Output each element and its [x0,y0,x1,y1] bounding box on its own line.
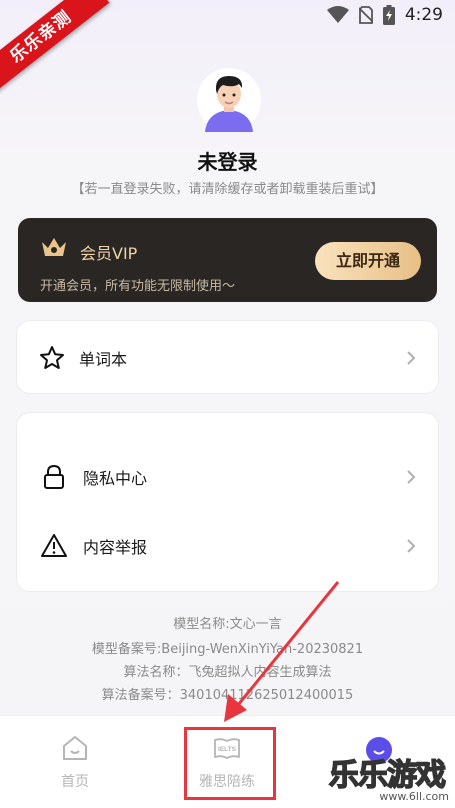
settings-card: 隐私中心 内容举报 [16,412,439,592]
vocab-card: 单词本 [16,320,439,394]
vip-title: 会员VIP [80,244,138,263]
menu-label-privacy: 隐私中心 [83,469,148,488]
avatar[interactable] [197,68,261,132]
model-name: 模型名称:文心一言 [173,617,282,632]
star-icon [40,346,64,369]
wifi-icon [326,6,349,23]
chevron-right-icon [407,539,416,553]
menu-label-vocab: 单词本 [79,350,128,369]
algorithm-name: 算法名称：飞兔超拟人内容生成算法 [123,665,332,680]
menu-item-privacy[interactable]: 隐私中心 [17,447,438,507]
model-record-number: 模型备案号:Beijing-WenXinYiYan-20230821 [91,642,364,657]
menu-label-report: 内容举报 [83,538,148,557]
home-icon [63,736,87,760]
watermark-text: 乐乐游戏 [328,757,447,794]
login-status[interactable]: 未登录 [0,146,455,175]
vip-subtitle: 开通会员，所有功能无限制使用～ [40,279,236,294]
no-sim-icon [358,6,373,24]
crown-icon [42,238,66,256]
algorithm-record-number: 算法备案号：340104112625012400015 [101,688,354,703]
warning-icon [41,534,67,557]
menu-item-report[interactable]: 内容举报 [17,516,438,576]
nav-home-label: 首页 [61,774,89,790]
lock-icon [44,464,64,489]
chevron-right-icon [407,470,416,484]
activate-vip-button[interactable]: 立即开通 [315,242,421,280]
vip-card[interactable]: 会员VIP 开通会员，所有功能无限制使用～ 立即开通 [18,218,437,302]
menu-item-vocab[interactable]: 单词本 [17,328,438,388]
status-icons: 4:29 [326,5,443,25]
login-hint: 【若一直登录失败，请清除缓存或者卸载重装后重试】 [71,182,384,197]
chevron-right-icon [407,351,416,365]
status-time: 4:29 [404,5,443,25]
battery-icon [382,5,395,25]
nav-home[interactable]: 首页 [0,716,150,808]
watermark: 乐乐游戏 www.6ll.com [328,750,449,803]
highlight-box [184,727,276,800]
